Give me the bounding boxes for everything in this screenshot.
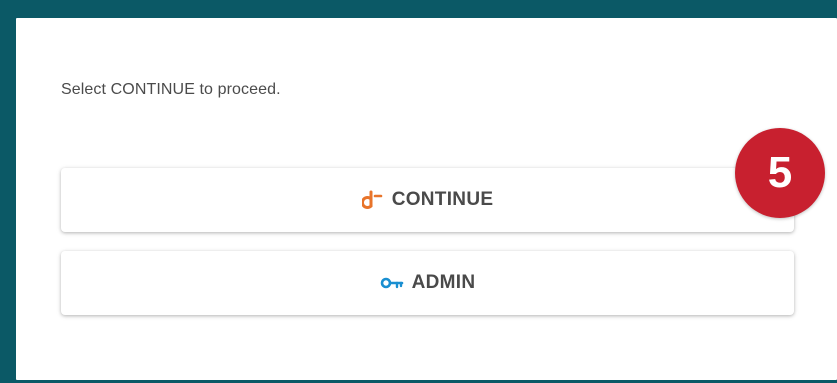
step-number-badge: 5 bbox=[735, 128, 825, 218]
instruction-text: Select CONTINUE to proceed. bbox=[61, 81, 281, 98]
continue-button[interactable]: CONTINUE bbox=[61, 168, 794, 232]
dialog-panel: Select CONTINUE to proceed. CONTINUE ADM… bbox=[16, 18, 837, 380]
key-icon bbox=[380, 276, 404, 290]
admin-button-label: ADMIN bbox=[411, 272, 476, 293]
okta-arrow-icon bbox=[361, 189, 384, 211]
admin-button[interactable]: ADMIN bbox=[61, 251, 794, 315]
continue-button-label: CONTINUE bbox=[391, 189, 494, 210]
